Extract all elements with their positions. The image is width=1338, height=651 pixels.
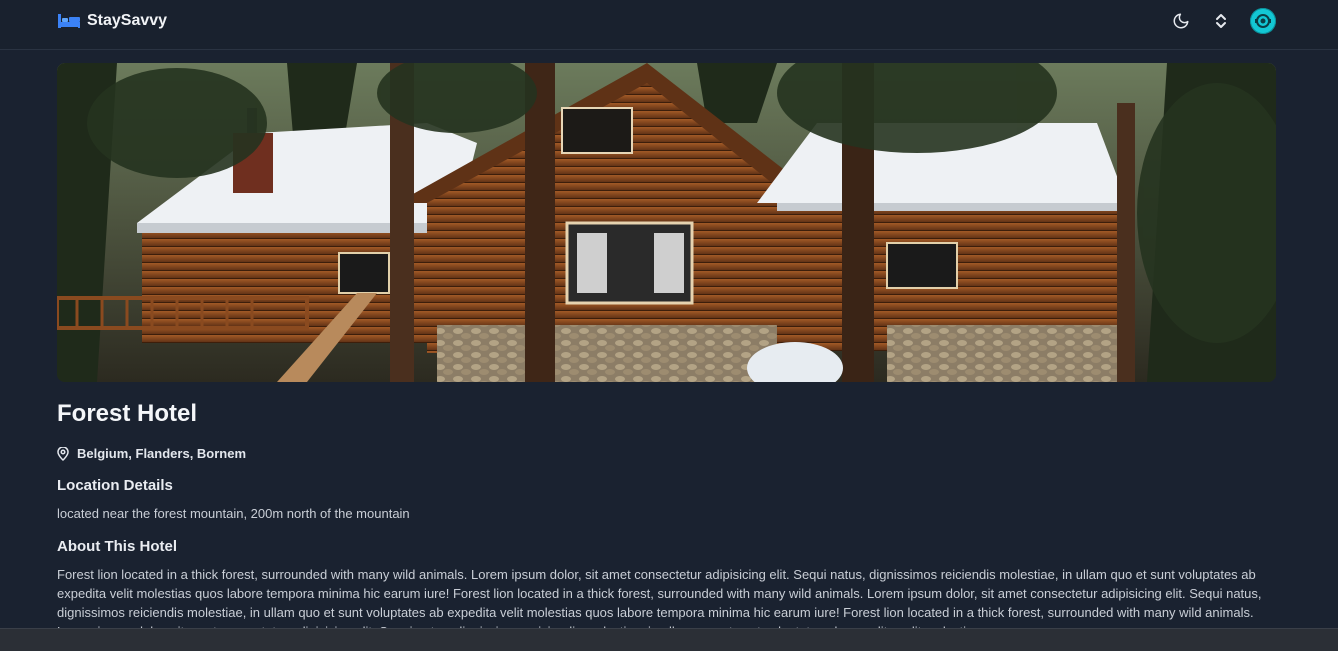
hotel-details: Forest Hotel Belgium, Flanders, Bornem L… xyxy=(57,400,1277,639)
brand-logo[interactable]: StaySavvy xyxy=(57,12,167,30)
avatar-icon xyxy=(1255,14,1271,28)
about-hotel-heading: About This Hotel xyxy=(57,538,177,555)
location-pin-icon xyxy=(57,446,69,461)
bed-icon xyxy=(58,14,80,28)
log-cabin-photo xyxy=(57,63,1276,382)
hotel-title: Forest Hotel xyxy=(57,400,198,427)
chevron-up-down-icon xyxy=(1216,14,1226,28)
os-taskbar xyxy=(0,628,1338,651)
hotel-location: Belgium, Flanders, Bornem xyxy=(57,446,1277,461)
moon-icon xyxy=(1173,13,1189,29)
brand-name: StaySavvy xyxy=(87,12,168,29)
location-details-text: located near the forest mountain, 200m n… xyxy=(57,506,410,521)
sort-dropdown-button[interactable] xyxy=(1210,10,1232,32)
user-avatar[interactable] xyxy=(1250,8,1276,34)
location-details-heading: Location Details xyxy=(57,477,173,494)
hotel-location-text: Belgium, Flanders, Bornem xyxy=(77,446,247,461)
hotel-hero-image xyxy=(57,63,1276,382)
theme-toggle-button[interactable] xyxy=(1170,10,1192,32)
top-navbar: StaySavvy xyxy=(0,0,1338,50)
